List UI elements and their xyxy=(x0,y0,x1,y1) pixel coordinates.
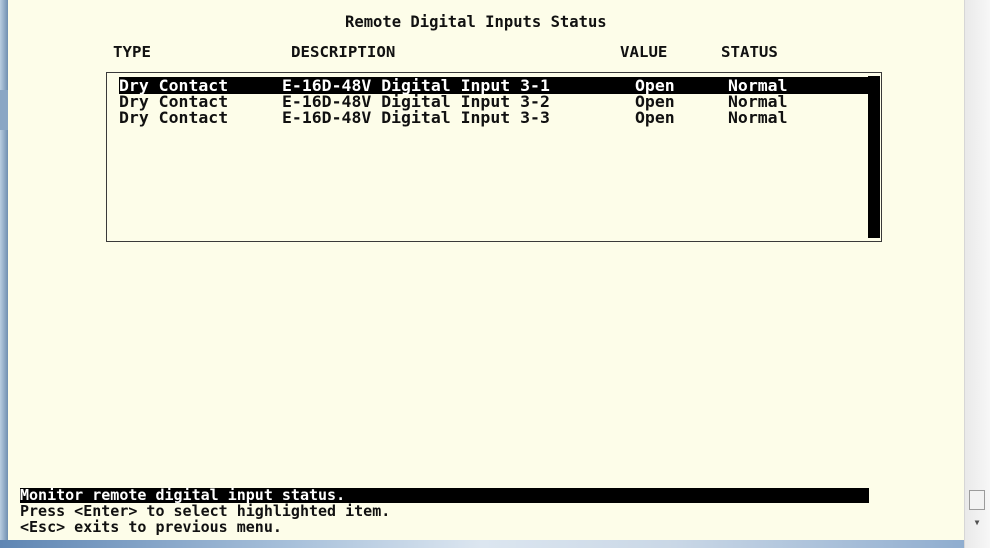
window-scrollbar[interactable]: ▼ xyxy=(964,0,990,548)
taskbar-edge xyxy=(0,540,964,548)
row-description: E-16D-48V Digital Input 3-3 xyxy=(282,108,550,127)
help-line-enter: Press <Enter> to select highlighted item… xyxy=(20,502,391,520)
list-scrollbar[interactable] xyxy=(868,76,880,238)
row-value: Open xyxy=(635,108,675,127)
column-header-type: TYPE xyxy=(113,43,151,61)
terminal-screen[interactable]: Remote Digital Inputs Status TYPE DESCRI… xyxy=(8,0,964,540)
row-status: Normal xyxy=(728,108,788,127)
row-type: Dry Contact xyxy=(119,108,229,127)
window-left-frame xyxy=(0,0,8,548)
screen-title: Remote Digital Inputs Status xyxy=(345,12,607,31)
scroll-thumb[interactable] xyxy=(969,490,985,510)
help-line-esc: <Esc> exits to previous menu. xyxy=(20,518,282,536)
column-header-value: VALUE xyxy=(620,43,668,61)
status-line: Monitor remote digital input status. xyxy=(20,486,346,504)
column-header-status: STATUS xyxy=(721,43,778,61)
inputs-list[interactable]: Dry Contact E-16D-48V Digital Input 3-1 … xyxy=(106,72,882,242)
column-header-description: DESCRIPTION xyxy=(291,43,396,61)
scroll-down-arrow-icon[interactable]: ▼ xyxy=(971,518,983,528)
window-frame-accent xyxy=(0,90,8,130)
